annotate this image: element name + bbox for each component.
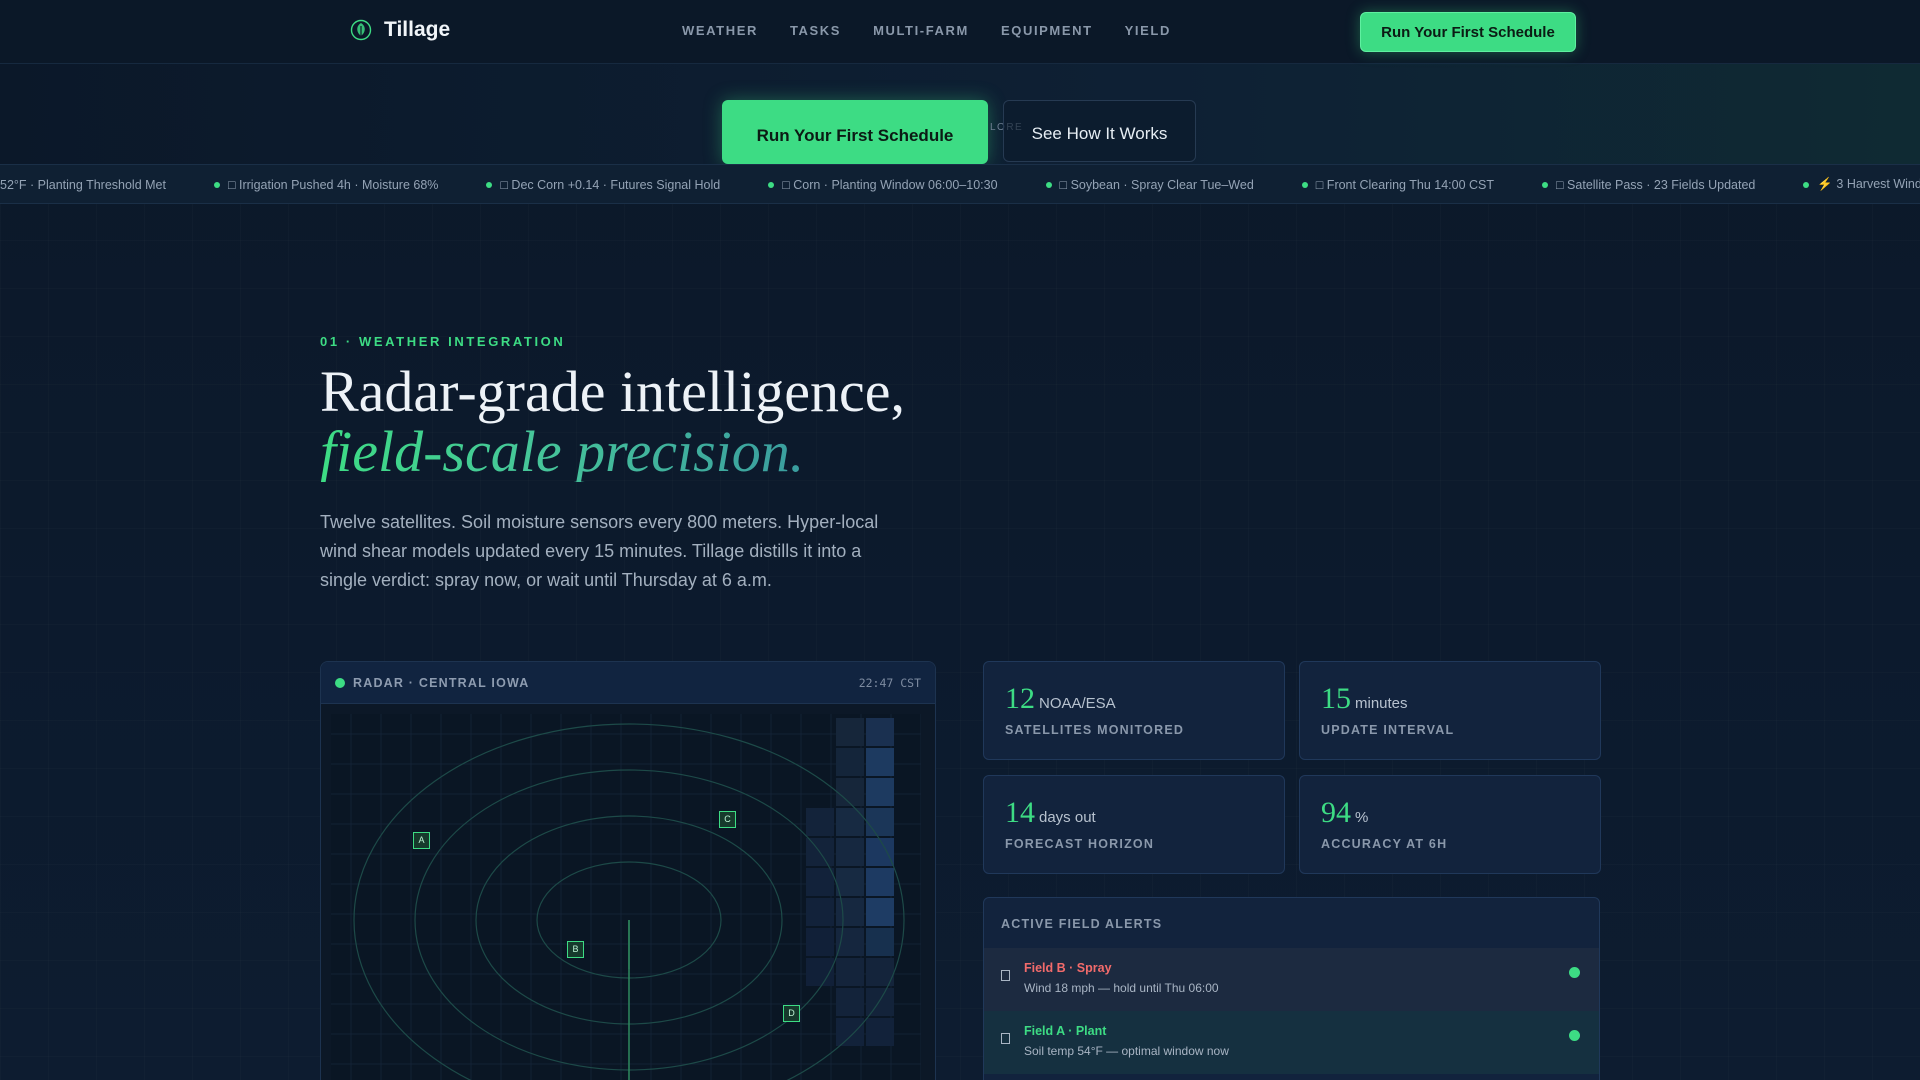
radar-map[interactable]: A B C D (321, 704, 935, 1080)
ticker-item: □ Soybean · Spray Clear Tue–Wed (1045, 177, 1254, 192)
ticker-text: □ Corn · Planting Window 06:00–10:30 (782, 177, 998, 192)
nav-links: WEATHER TASKS MULTI-FARM EQUIPMENT YIELD (682, 23, 1171, 38)
alert-title: Field A · Plant (1024, 1024, 1107, 1038)
stat-unit: minutes (1355, 695, 1408, 712)
alert-icon (1001, 970, 1010, 981)
stat-unit: days out (1039, 809, 1096, 826)
field-marker-c[interactable]: C (719, 811, 736, 828)
ticker-text: 52°F · Planting Threshold Met (0, 177, 166, 192)
ticker-item: □ Dec Corn +0.14 · Futures Signal Hold (486, 177, 720, 192)
leaf-logo-icon (350, 19, 372, 41)
nav-run-schedule-button[interactable]: Run Your First Schedule (1360, 12, 1576, 52)
ticker-item: □ Corn · Planting Window 06:00–10:30 (768, 177, 998, 192)
radar-svg (331, 714, 921, 1080)
radar-header: RADAR · CENTRAL IOWA 22:47 CST (321, 662, 935, 704)
ticker-item: □ Front Clearing Thu 14:00 CST (1301, 177, 1495, 192)
alert-icon (1001, 1033, 1010, 1044)
alerts-title: ACTIVE FIELD ALERTS (1001, 917, 1163, 931)
radar-title: RADAR · CENTRAL IOWA (335, 676, 530, 690)
field-marker-b[interactable]: B (567, 941, 584, 958)
alert-title: Field B · Spray (1024, 961, 1112, 975)
ticker-dot-icon (1045, 181, 1052, 188)
alert-item-field-a[interactable]: Field A · Plant Soil temp 54°F — optimal… (984, 1011, 1599, 1074)
ticker-track: 52°F · Planting Threshold Met □ Irrigatio… (0, 177, 1920, 192)
stat-value: 15 (1321, 682, 1351, 715)
section-lede: Twelve satellites. Soil moisture sensors… (320, 512, 879, 590)
stat-card-accuracy: 94 % ACCURACY AT 6H (1299, 775, 1601, 874)
ticker-item: □ Satellite Pass · 23 Fields Updated (1542, 177, 1755, 192)
stat-label: FORECAST HORIZON (1005, 837, 1155, 851)
stat-value: 14 (1005, 796, 1035, 829)
stat-label: UPDATE INTERVAL (1321, 723, 1455, 737)
radar-timestamp: 22:47 CST (858, 675, 921, 690)
ticker-item: 52°F · Planting Threshold Met (0, 177, 166, 192)
ticker-dot-icon (1301, 181, 1308, 188)
headline-line-2: field-scale precision. (320, 419, 805, 484)
brand-name: Tillage (384, 18, 451, 41)
section-headline: Radar-grade intelligence, field-scale pr… (320, 362, 905, 482)
ticker-text: □ Front Clearing Thu 14:00 CST (1315, 177, 1495, 192)
stat-label: ACCURACY AT 6H (1321, 837, 1448, 851)
radar-panel: RADAR · CENTRAL IOWA 22:47 CST A B C D (320, 661, 936, 1080)
stat-unit: % (1355, 809, 1369, 826)
stat-value: 94 (1321, 796, 1351, 829)
field-marker-d[interactable]: D (783, 1005, 800, 1022)
alert-item-field-b[interactable]: Field B · Spray Wind 18 mph — hold until… (984, 948, 1599, 1011)
ticker-dot-icon (768, 181, 775, 188)
hero-strip: Run Your First Schedule LORE See How It … (0, 64, 1920, 164)
ticker-text: ⚡ 3 Harvest Windows Reco (1817, 177, 1920, 191)
brand[interactable]: Tillage (350, 18, 450, 42)
top-nav: Tillage WEATHER TASKS MULTI-FARM EQUIPME… (0, 0, 1920, 64)
live-indicator-icon (335, 677, 345, 688)
alert-description: Wind 18 mph — hold until Thu 06:00 (1024, 981, 1219, 995)
status-dot-icon (1569, 1030, 1580, 1041)
ticker-dot-icon (486, 181, 493, 188)
status-ticker: 52°F · Planting Threshold Met □ Irrigatio… (0, 164, 1920, 204)
alert-description: Soil temp 54°F — optimal window now (1024, 1044, 1229, 1058)
headline-line-1: Radar-grade intelligence, (320, 359, 905, 424)
ticker-item: □ Irrigation Pushed 4h · Moisture 68% (213, 177, 439, 192)
ticker-item: ⚡ 3 Harvest Windows Reco (1803, 177, 1920, 192)
stat-card-update-interval: 15 minutes UPDATE INTERVAL (1299, 661, 1601, 760)
nav-link-yield[interactable]: YIELD (1125, 23, 1171, 38)
nav-link-equipment[interactable]: EQUIPMENT (1001, 23, 1093, 38)
ticker-dot-icon (1803, 181, 1810, 188)
ticker-dot-icon (1542, 181, 1549, 188)
hero-primary-cta[interactable]: Run Your First Schedule (722, 100, 988, 164)
field-marker-a[interactable]: A (413, 832, 430, 849)
ticker-text: □ Dec Corn +0.14 · Futures Signal Hold (500, 177, 721, 192)
stat-value: 12 (1005, 682, 1035, 715)
stat-card-forecast-horizon: 14 days out FORECAST HORIZON (983, 775, 1285, 874)
nav-link-tasks[interactable]: TASKS (790, 23, 841, 38)
nav-link-multi-farm[interactable]: MULTI-FARM (873, 23, 969, 38)
section-eyebrow: 01 · WEATHER INTEGRATION (320, 334, 566, 349)
status-dot-icon (1569, 967, 1580, 978)
ticker-text: □ Irrigation Pushed 4h · Moisture 68% (227, 177, 439, 192)
ticker-text: □ Soybean · Spray Clear Tue–Wed (1059, 177, 1254, 192)
hero-secondary-cta[interactable]: See How It Works (1003, 100, 1196, 162)
active-field-alerts: ACTIVE FIELD ALERTS Field B · Spray Wind… (983, 897, 1600, 1080)
ticker-dot-icon (213, 181, 220, 188)
radar-title-text: RADAR · CENTRAL IOWA (353, 675, 530, 690)
stat-unit: NOAA/ESA (1039, 695, 1116, 712)
ticker-text: □ Satellite Pass · 23 Fields Updated (1556, 177, 1756, 192)
nav-link-weather[interactable]: WEATHER (682, 23, 758, 38)
stat-label: SATELLITES MONITORED (1005, 723, 1185, 737)
stat-card-satellites: 12 NOAA/ESA SATELLITES MONITORED (983, 661, 1285, 760)
